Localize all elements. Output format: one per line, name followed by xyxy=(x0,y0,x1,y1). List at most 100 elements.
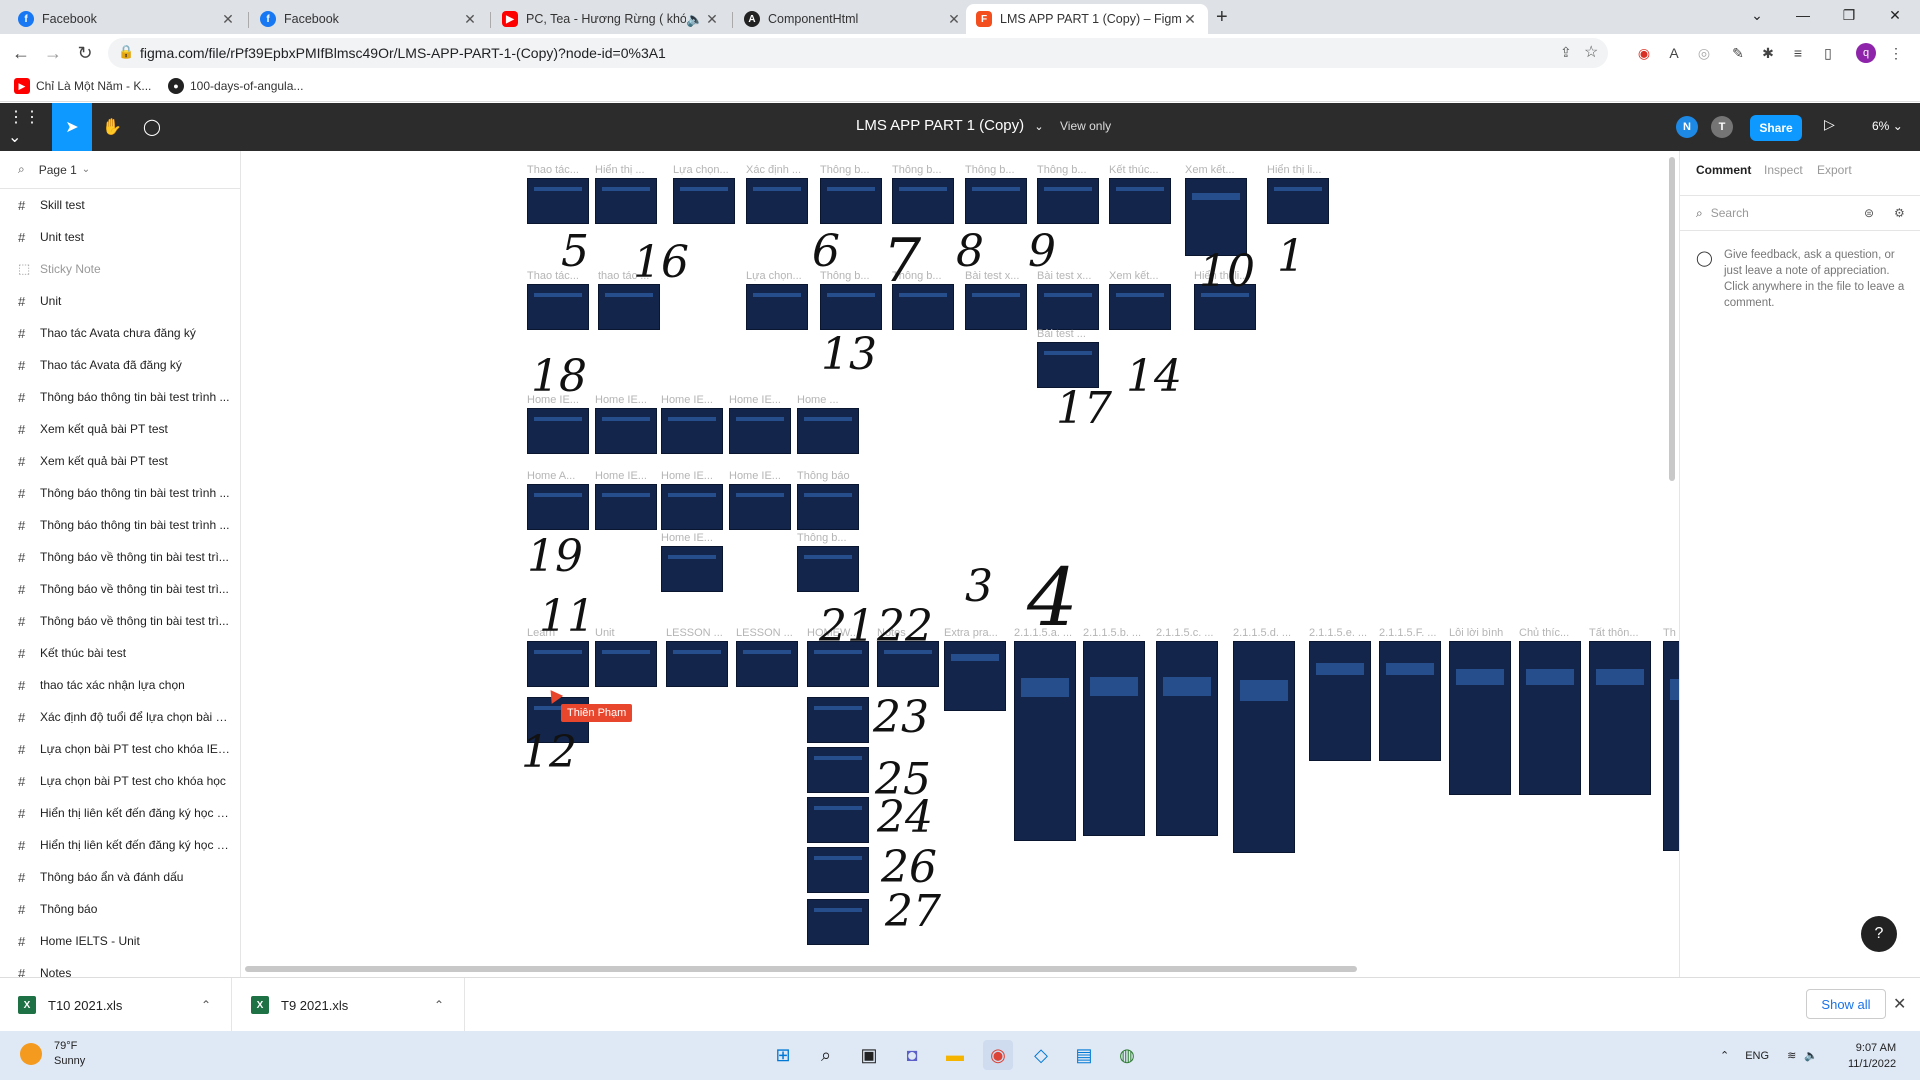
frame-title[interactable]: LESSON ... xyxy=(666,627,723,639)
restore-icon[interactable]: ❐ xyxy=(1826,0,1872,30)
frame-title[interactable]: Thao tác... xyxy=(527,164,579,176)
layer-item[interactable]: # Hiển thị liên kết đến đăng ký học t... xyxy=(0,829,240,861)
horizontal-scrollbar[interactable] xyxy=(245,966,1357,972)
extension-red-icon[interactable]: ◉ xyxy=(1634,43,1654,63)
layer-item[interactable]: # Xem kết quả bài PT test xyxy=(0,413,240,445)
teams-chat-icon[interactable]: ◘ xyxy=(897,1040,927,1070)
design-frame[interactable] xyxy=(673,178,735,224)
frame-title[interactable]: Thông báo xyxy=(797,470,850,482)
window-close-icon[interactable]: ✕ xyxy=(1872,0,1918,30)
layer-item[interactable]: # Xác định độ tuổi để lựa chọn bài P... xyxy=(0,701,240,733)
design-frame[interactable] xyxy=(1589,641,1651,795)
design-frame[interactable] xyxy=(527,641,589,687)
frame-title[interactable]: Hiển thị ... xyxy=(595,164,645,176)
layer-item[interactable]: # Kết thúc bài test xyxy=(0,637,240,669)
design-frame[interactable] xyxy=(1663,641,1679,851)
chrome-menu-icon[interactable]: ⋮ xyxy=(1886,43,1906,63)
vertical-scrollbar[interactable] xyxy=(1669,157,1675,481)
weather-widget[interactable]: 79°F Sunny xyxy=(20,1039,85,1069)
file-name[interactable]: LMS APP PART 1 (Copy) ⌄ xyxy=(856,117,1044,134)
design-frame[interactable] xyxy=(736,641,798,687)
layer-item[interactable]: # Thông báo thông tin bài test trình ... xyxy=(0,381,240,413)
hand-tool-icon[interactable]: ✋ xyxy=(92,103,132,151)
help-button[interactable]: ? xyxy=(1861,916,1897,952)
frame-title[interactable]: 2.1.1.5.F. ... xyxy=(1379,627,1436,639)
frame-title[interactable]: Hiển thị li... xyxy=(1267,164,1321,176)
clock[interactable]: 9:07 AM 11/1/2022 xyxy=(1848,1040,1896,1072)
design-frame[interactable] xyxy=(944,641,1006,711)
forward-icon[interactable]: → xyxy=(40,40,66,66)
design-frame[interactable] xyxy=(1156,641,1218,836)
angular-extension-icon[interactable]: A xyxy=(1664,43,1684,63)
frame-title[interactable]: Home ... xyxy=(797,394,839,406)
browser-tab-facebook-1[interactable]: f Facebook ✕ xyxy=(8,4,246,34)
figma-canvas[interactable]: Thao tác... Hiển thị ... Lựa chọn... Xác đị… xyxy=(241,151,1679,977)
frame-title[interactable]: Lựa chọn... xyxy=(746,270,802,282)
layer-item[interactable]: # Lựa chọn bài PT test cho khóa học xyxy=(0,765,240,797)
windows-start-icon[interactable]: ⊞ xyxy=(768,1040,798,1070)
frame-title[interactable]: Xem kết... xyxy=(1109,270,1159,282)
design-frame[interactable] xyxy=(595,408,657,454)
present-icon[interactable]: ▷ xyxy=(1824,116,1835,133)
back-icon[interactable]: ← xyxy=(8,40,34,66)
language-indicator[interactable]: ENG xyxy=(1745,1050,1769,1062)
frame-title[interactable]: Lỗi lời bình xyxy=(1449,627,1503,639)
address-bar[interactable]: 🔒 figma.com/file/rPf39EpbxPMIfBlmsc49Or/… xyxy=(108,38,1608,68)
frame-title[interactable]: Thông b... xyxy=(965,164,1015,176)
frame-title[interactable]: Thông b... xyxy=(1037,164,1087,176)
download-item[interactable]: X T10 2021.xls ⌃ xyxy=(0,978,232,1032)
frame-title[interactable]: Xem kết... xyxy=(1185,164,1235,176)
search-icon[interactable]: ⌕ xyxy=(18,162,25,177)
design-frame[interactable] xyxy=(595,484,657,530)
frame-title[interactable]: LESSON ... xyxy=(736,627,793,639)
layer-item[interactable]: # Lựa chọn bài PT test cho khóa IEL... xyxy=(0,733,240,765)
browser-tab-facebook-2[interactable]: f Facebook ✕ xyxy=(250,4,488,34)
show-all-button[interactable]: Show all xyxy=(1806,989,1886,1019)
tab-search-icon[interactable]: ⌄ xyxy=(1734,0,1780,30)
frame-title[interactable]: Home IE... xyxy=(661,532,713,544)
browser-tab-componenthtml[interactable]: A ComponentHtml ✕ xyxy=(734,4,972,34)
design-frame[interactable] xyxy=(892,178,954,224)
layer-item[interactable]: # Thông báo về thông tin bài test trì... xyxy=(0,541,240,573)
layer-item[interactable]: # Thông báo về thông tin bài test trì... xyxy=(0,573,240,605)
settings-icon[interactable]: ⚙ xyxy=(1894,206,1905,220)
design-frame[interactable] xyxy=(729,408,791,454)
frame-title[interactable]: Home IE... xyxy=(595,470,647,482)
frame-title[interactable]: 2.1.1.5.d. ... xyxy=(1233,627,1291,639)
bookmark-item[interactable]: ▶ Chỉ Là Một Năm - K... xyxy=(14,78,151,94)
share-page-icon[interactable]: ⇪ xyxy=(1560,44,1572,61)
volume-icon[interactable]: 🔈 xyxy=(1804,1049,1818,1062)
profile-avatar-icon[interactable]: q xyxy=(1856,43,1876,63)
frame-title[interactable]: Lựa chọn... xyxy=(673,164,729,176)
design-frame[interactable] xyxy=(965,178,1027,224)
vscode-icon[interactable]: ◇ xyxy=(1026,1040,1056,1070)
design-frame[interactable] xyxy=(797,484,859,530)
design-frame[interactable] xyxy=(661,484,723,530)
page-selector[interactable]: ⌕ Page 1 ⌄ xyxy=(0,151,240,189)
design-frame[interactable] xyxy=(965,284,1027,330)
close-icon[interactable]: ✕ xyxy=(462,11,478,28)
avatar[interactable]: T xyxy=(1711,116,1733,138)
design-frame[interactable] xyxy=(807,797,869,843)
design-frame[interactable] xyxy=(797,546,859,592)
zoom-dropdown[interactable]: 6% ⌄ xyxy=(1872,119,1903,133)
notepad-icon[interactable]: ▤ xyxy=(1069,1040,1099,1070)
layer-item[interactable]: # Unit test xyxy=(0,221,240,253)
design-frame[interactable] xyxy=(527,408,589,454)
design-frame[interactable] xyxy=(1449,641,1511,795)
share-button[interactable]: Share xyxy=(1750,115,1802,141)
layer-item[interactable]: # Hiển thị liên kết đến đăng ký học t... xyxy=(0,797,240,829)
design-frame[interactable] xyxy=(1083,641,1145,836)
frame-title[interactable]: 2.1.1.5.b. ... xyxy=(1083,627,1141,639)
layer-item[interactable]: # Notes xyxy=(0,957,240,978)
browser-tab-youtube[interactable]: ▶ PC, Tea - Hương Rừng ( khói 🔈 ✕ xyxy=(492,4,730,34)
eyedropper-extension-icon[interactable]: ✎ xyxy=(1728,43,1748,63)
close-icon[interactable]: ✕ xyxy=(1893,994,1906,1014)
design-frame[interactable] xyxy=(1267,178,1329,224)
frame-title[interactable]: Kết thúc... xyxy=(1109,164,1159,176)
avatar[interactable]: N xyxy=(1676,116,1698,138)
speaker-icon[interactable]: 🔈 xyxy=(686,11,704,28)
browser-tab-figma[interactable]: F LMS APP PART 1 (Copy) – Figma ✕ xyxy=(966,4,1208,34)
frame-title[interactable]: Chủ thíc... xyxy=(1519,627,1569,639)
design-frame[interactable] xyxy=(807,847,869,893)
